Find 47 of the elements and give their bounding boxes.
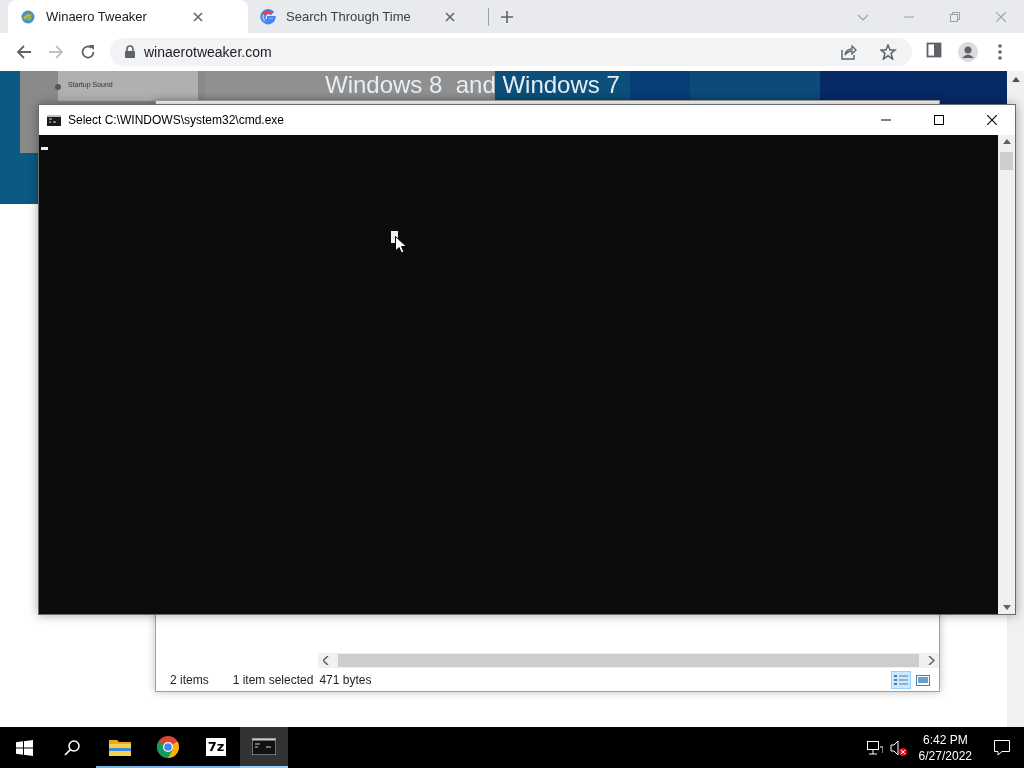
address-bar[interactable]: winaerotweaker.com	[110, 38, 912, 66]
console-app-icon	[47, 114, 61, 126]
banner-heading: Windows 8 and Windows 7	[325, 71, 620, 98]
scroll-up-icon[interactable]	[1011, 77, 1020, 82]
reload-icon[interactable]	[80, 44, 96, 60]
status-text: 2 items	[170, 673, 209, 687]
google-favicon-icon	[260, 8, 276, 25]
profile-avatar-icon[interactable]	[958, 42, 978, 62]
muted-speaker-icon[interactable]	[890, 739, 908, 756]
date-text: 6/27/2022	[918, 747, 972, 764]
notification-icon[interactable]	[994, 739, 1010, 756]
text-cursor	[41, 147, 48, 150]
site-favicon-icon	[20, 8, 36, 25]
scroll-up-icon[interactable]	[1002, 139, 1011, 144]
search-icon	[64, 739, 80, 756]
taskbar-app[interactable]	[240, 727, 288, 768]
time-text: 6:42 PM	[922, 731, 968, 748]
preview-view-icon	[916, 674, 930, 686]
scroll-right-icon[interactable]	[927, 656, 935, 665]
status-text: 471 bytes	[319, 673, 372, 687]
clock[interactable]: 6:42 PM 6/27/2022	[910, 731, 980, 764]
view-button[interactable]	[891, 671, 911, 689]
back-arrow-icon[interactable]	[16, 44, 32, 60]
archiver-logo: 7z	[205, 737, 227, 756]
star-icon[interactable]	[879, 44, 897, 60]
close-icon[interactable]	[987, 115, 997, 125]
maximize-icon[interactable]	[934, 115, 944, 125]
browser-tab[interactable]: Winaero Tweaker	[8, 0, 248, 33]
new-tab-icon[interactable]	[501, 10, 513, 23]
window-title: Select C:\WINDOWS\system32\cmd.exe	[68, 113, 286, 127]
network-icon[interactable]	[866, 740, 883, 755]
folder-icon	[109, 737, 131, 756]
scroll-thumb[interactable]	[1000, 152, 1013, 170]
windows-logo-icon	[15, 739, 33, 756]
chrome-logo-icon	[157, 735, 179, 758]
share-icon[interactable]	[839, 44, 857, 60]
lock-icon	[124, 45, 136, 59]
browser-tab[interactable]: Search Through Time	[248, 0, 488, 33]
mouse-pointer-icon	[395, 236, 407, 254]
status-text: 1 item selected	[232, 673, 314, 687]
details-view-icon	[894, 675, 908, 685]
console-app-icon	[252, 738, 276, 755]
horizontal-scrollbar[interactable]	[318, 653, 939, 668]
url-text: winaerotweaker.com	[144, 44, 273, 60]
close-icon[interactable]	[193, 11, 204, 22]
scroll-left-icon[interactable]	[323, 656, 329, 665]
scroll-down-icon[interactable]	[1002, 605, 1011, 610]
